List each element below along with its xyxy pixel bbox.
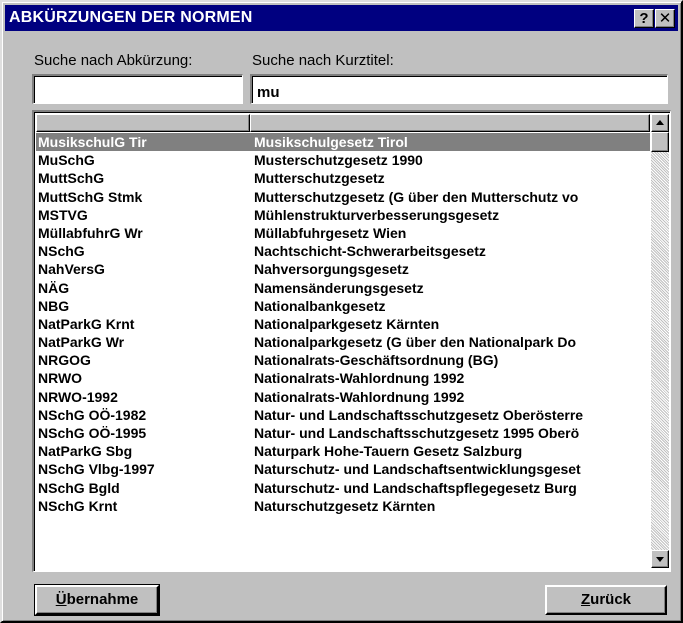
item-title: Musikschulgesetz Tirol [254,134,408,150]
item-abbreviation: NRWO-1992 [38,388,118,405]
take-over-accelerator: Ü [55,591,67,608]
item-abbreviation: NÄG [38,279,70,296]
list-item[interactable]: NSchG OÖ-1995 Natur- und Landschaftsschut… [36,424,650,442]
item-abbreviation: NBG [38,297,70,314]
list-rows: MusikschulG Tir Musikschulgesetz Tirol MuS… [36,133,650,570]
item-abbreviation: NahVersG [38,261,105,278]
item-title: Naturschutzgesetz Kärnten [254,497,436,514]
item-title: Mühlenstrukturverbesserungsgesetz [254,206,500,223]
item-abbreviation: NatParkG Wr [38,334,125,351]
item-title: Nahversorgungsgesetz [254,261,409,278]
list-item[interactable]: MSTVG Mühlenstrukturverbesserungsgesetz [36,206,650,224]
window-title: ABKÜRZUNGEN DER NORMEN [9,9,253,26]
list-item[interactable]: NSchG OÖ-1982 Natur- und Landschaftsschut… [36,406,650,424]
item-title: Mutterschutzgesetz (G über den Muttersch… [254,188,579,205]
arrow-up-icon [656,120,664,125]
item-title: Müllabfuhrgesetz Wien [254,224,407,241]
item-title: Namensänderungsgesetz [254,279,424,296]
item-title: Nachtschicht-Schwerarbeitsgesetz [254,243,486,260]
vertical-scrollbar[interactable] [651,114,669,568]
scrollbar-thumb[interactable] [651,132,669,152]
item-title: Naturschutz- und Landschaftsentwicklungs… [254,461,581,478]
list-item[interactable]: MuttSchG Stmk Mutterschutzgesetz (G über … [36,188,650,206]
take-over-label: bernahme [66,591,139,608]
abbreviation-search-input[interactable] [32,74,243,104]
arrow-down-icon [656,557,664,562]
title-search-label: Suche nach Kurztitel: [252,52,394,69]
close-button[interactable]: ✕ [655,9,675,28]
list-item[interactable]: NatParkG Wr Nationalparkgesetz (G über de… [36,333,650,351]
item-title: Naturschutz- und Landschaftspflegegesetz… [254,479,577,496]
item-abbreviation: MuttSchG Stmk [38,188,143,205]
item-title: Nationalbankgesetz [254,297,386,314]
list-item[interactable]: NRGOG Nationalrats-Geschäftsordnung (BG) [36,351,650,369]
item-abbreviation: NatParkG Sbg [38,443,133,460]
list-item[interactable]: NSchG Krnt Naturschutzgesetz Kärnten [36,497,650,515]
item-abbreviation: NatParkG Krnt [38,315,135,332]
list-item[interactable]: NatParkG Sbg Naturpark Hohe-Tauern Gesetz… [36,442,650,460]
item-title: Nationalrats-Wahlordnung 1992 [254,370,465,387]
item-title: Nationalrats-Wahlordnung 1992 [254,388,465,405]
item-abbreviation: NRWO [38,370,83,387]
item-title: Nationalrats-Geschäftsordnung (BG) [254,352,499,369]
item-abbreviation: NSchG [38,243,85,260]
column-header-title[interactable] [250,114,650,132]
item-title: Naturpark Hohe-Tauern Gesetz Salzburg [254,443,523,460]
item-title: Musterschutzgesetz 1990 [254,152,423,169]
item-title: Natur- und Landschaftsschutzgesetz Oberö… [254,406,584,423]
abbreviation-search-label: Suche nach Abkürzung: [34,52,193,69]
item-title: Nationalparkgesetz Kärnten [254,315,440,332]
list-item[interactable]: MusikschulG Tir Musikschulgesetz Tirol [36,133,650,152]
help-button[interactable]: ? [634,9,654,28]
title-search-input[interactable] [250,74,668,104]
norms-list[interactable]: MusikschulG Tir Musikschulgesetz Tirol MuS… [32,110,671,572]
item-title: Mutterschutzgesetz [254,170,385,187]
title-bar: ABKÜRZUNGEN DER NORMEN ? ✕ [5,5,678,31]
item-abbreviation: NRGOG [38,352,91,369]
list-item[interactable]: NBG Nationalbankgesetz [36,297,650,315]
item-abbreviation: MüllabfuhrG Wr [38,224,143,241]
item-abbreviation: NSchG Krnt [38,497,118,514]
item-title: Nationalparkgesetz (G über den Nationalp… [254,334,577,351]
list-item[interactable]: NSchG Bgld Naturschutz- und Landschaftspf… [36,479,650,497]
list-item[interactable]: NatParkG Krnt Nationalparkgesetz Kärnten [36,315,650,333]
item-abbreviation: MusikschulG Tir [38,134,147,150]
list-item[interactable]: NSchG Nachtschicht-Schwerarbeitsgesetz [36,242,650,260]
item-abbreviation: NSchG OÖ-1982 [38,406,147,423]
back-button[interactable]: Zurück [545,585,667,615]
scroll-up-button[interactable] [651,114,669,132]
list-item[interactable]: NÄG Namensänderungsgesetz [36,279,650,297]
item-abbreviation: NSchG Bgld [38,479,120,496]
list-item[interactable]: NRWO Nationalrats-Wahlordnung 1992 [36,369,650,387]
list-item[interactable]: NRWO-1992 Nationalrats-Wahlordnung 1992 [36,388,650,406]
dialog-window: ABKÜRZUNGEN DER NORMEN ? ✕ Suche nach Ab… [0,0,683,623]
list-item[interactable]: MüllabfuhrG Wr Müllabfuhrgesetz Wien [36,224,650,242]
item-abbreviation: MSTVG [38,206,88,223]
back-accelerator: Z [580,591,591,608]
item-abbreviation: MuSchG [38,152,95,169]
item-abbreviation: NSchG OÖ-1995 [38,425,147,441]
list-item[interactable]: MuttSchG Mutterschutzgesetz [36,169,650,187]
list-item[interactable]: NahVersG Nahversorgungsgesetz [36,260,650,278]
scroll-down-button[interactable] [651,550,669,568]
column-header-abbreviation[interactable] [36,114,250,132]
back-label: urück [590,591,632,608]
item-title: Natur- und Landschaftsschutzgesetz 1995 … [254,425,580,441]
item-abbreviation: MuttSchG [38,170,105,187]
take-over-button[interactable]: Übernahme [34,584,160,616]
list-item[interactable]: MuSchG Musterschutzgesetz 1990 [36,151,650,169]
list-item[interactable]: NSchG Vlbg-1997 Naturschutz- und Landscha… [36,460,650,478]
item-abbreviation: NSchG Vlbg-1997 [38,461,155,478]
